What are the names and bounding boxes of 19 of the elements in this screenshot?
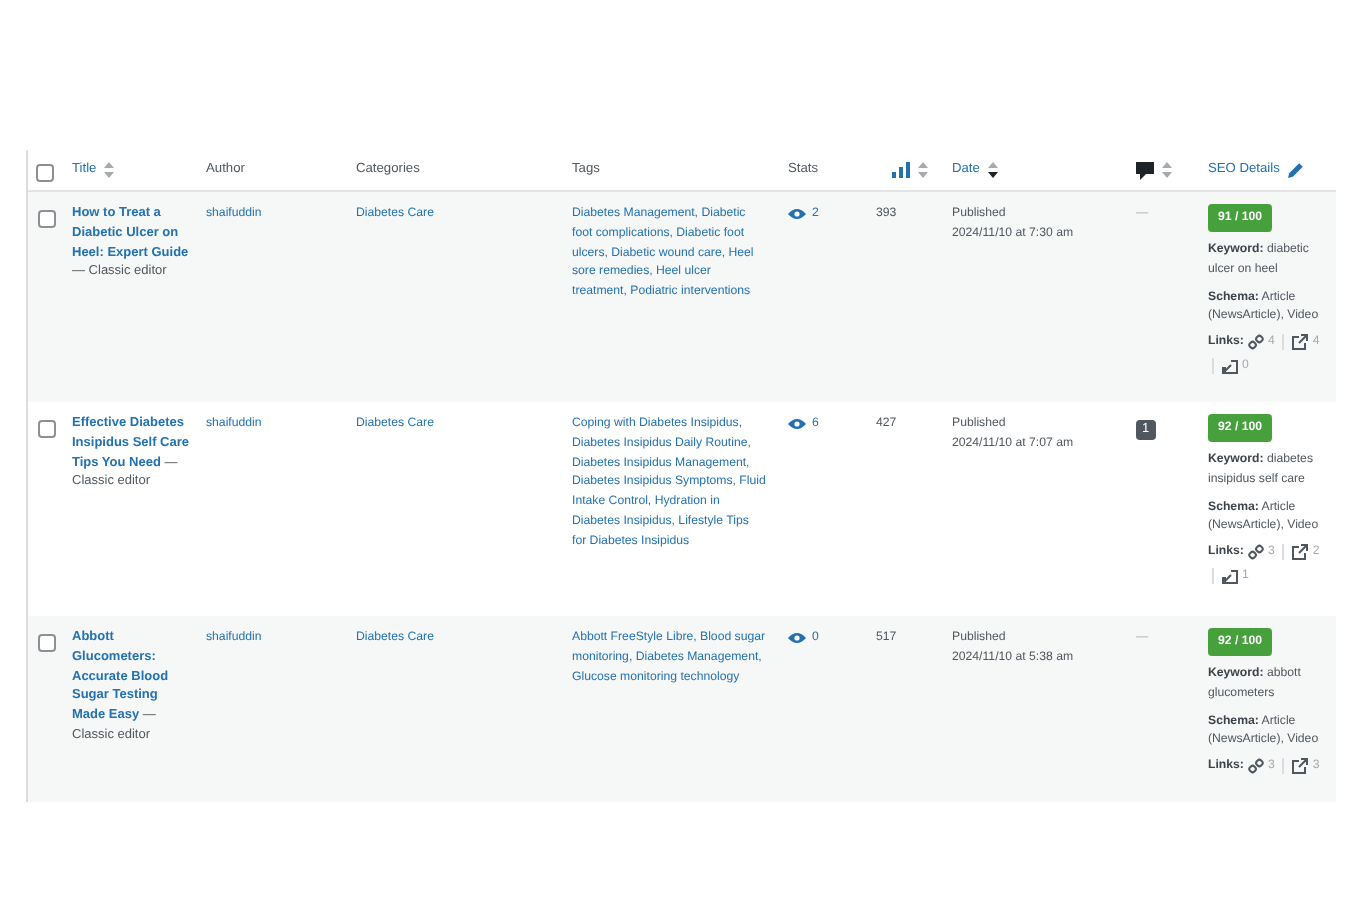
row-checkbox[interactable]	[38, 634, 56, 652]
link-icon	[1247, 544, 1264, 561]
comment-icon	[1136, 161, 1154, 179]
link-icon	[1247, 758, 1264, 775]
external-link-icon	[1292, 544, 1309, 561]
sort-icon[interactable]	[987, 162, 998, 178]
incoming-link-icon	[1222, 357, 1238, 374]
external-link-icon	[1292, 758, 1309, 775]
pencil-icon[interactable]	[1287, 162, 1304, 178]
incoming-link-icon	[1222, 567, 1238, 584]
row-checkbox[interactable]	[38, 420, 56, 438]
eye-icon	[788, 417, 806, 430]
eye-icon	[788, 207, 806, 220]
eye-icon	[788, 631, 806, 644]
link-icon	[1247, 334, 1264, 351]
external-link-icon	[1292, 334, 1309, 351]
bar-chart-icon	[892, 162, 910, 178]
row-checkbox[interactable]	[38, 210, 56, 228]
select-all-checkbox[interactable]	[36, 164, 54, 182]
